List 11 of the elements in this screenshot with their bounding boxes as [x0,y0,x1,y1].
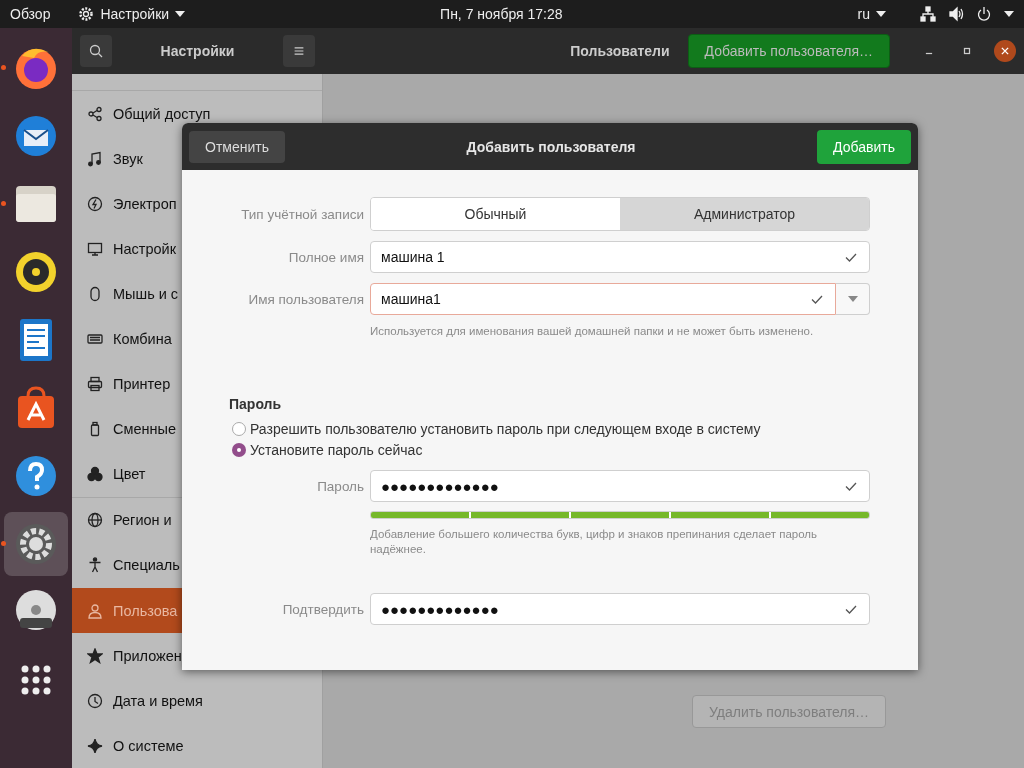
field-label: Тип учётной записи [241,206,364,222]
hint-text: Используется для именования вашей домашней папки и не может быть изменено. [370,324,815,339]
field-label: Полное имя [288,249,364,265]
dialog-title: Добавить пользователя [466,138,636,155]
field-label: Подтвердить [282,601,364,617]
section-title: Пароль [228,396,283,412]
page-title: Пользователи [570,43,670,59]
field-label: Пароль [317,478,364,494]
field-label: Имя пользователя [248,291,364,307]
hint-text: Добавление большего количества букв, цифр и знаков препинания сделает пароль надёжнее. [370,527,819,557]
sidebar-title: Настройки [160,43,235,59]
